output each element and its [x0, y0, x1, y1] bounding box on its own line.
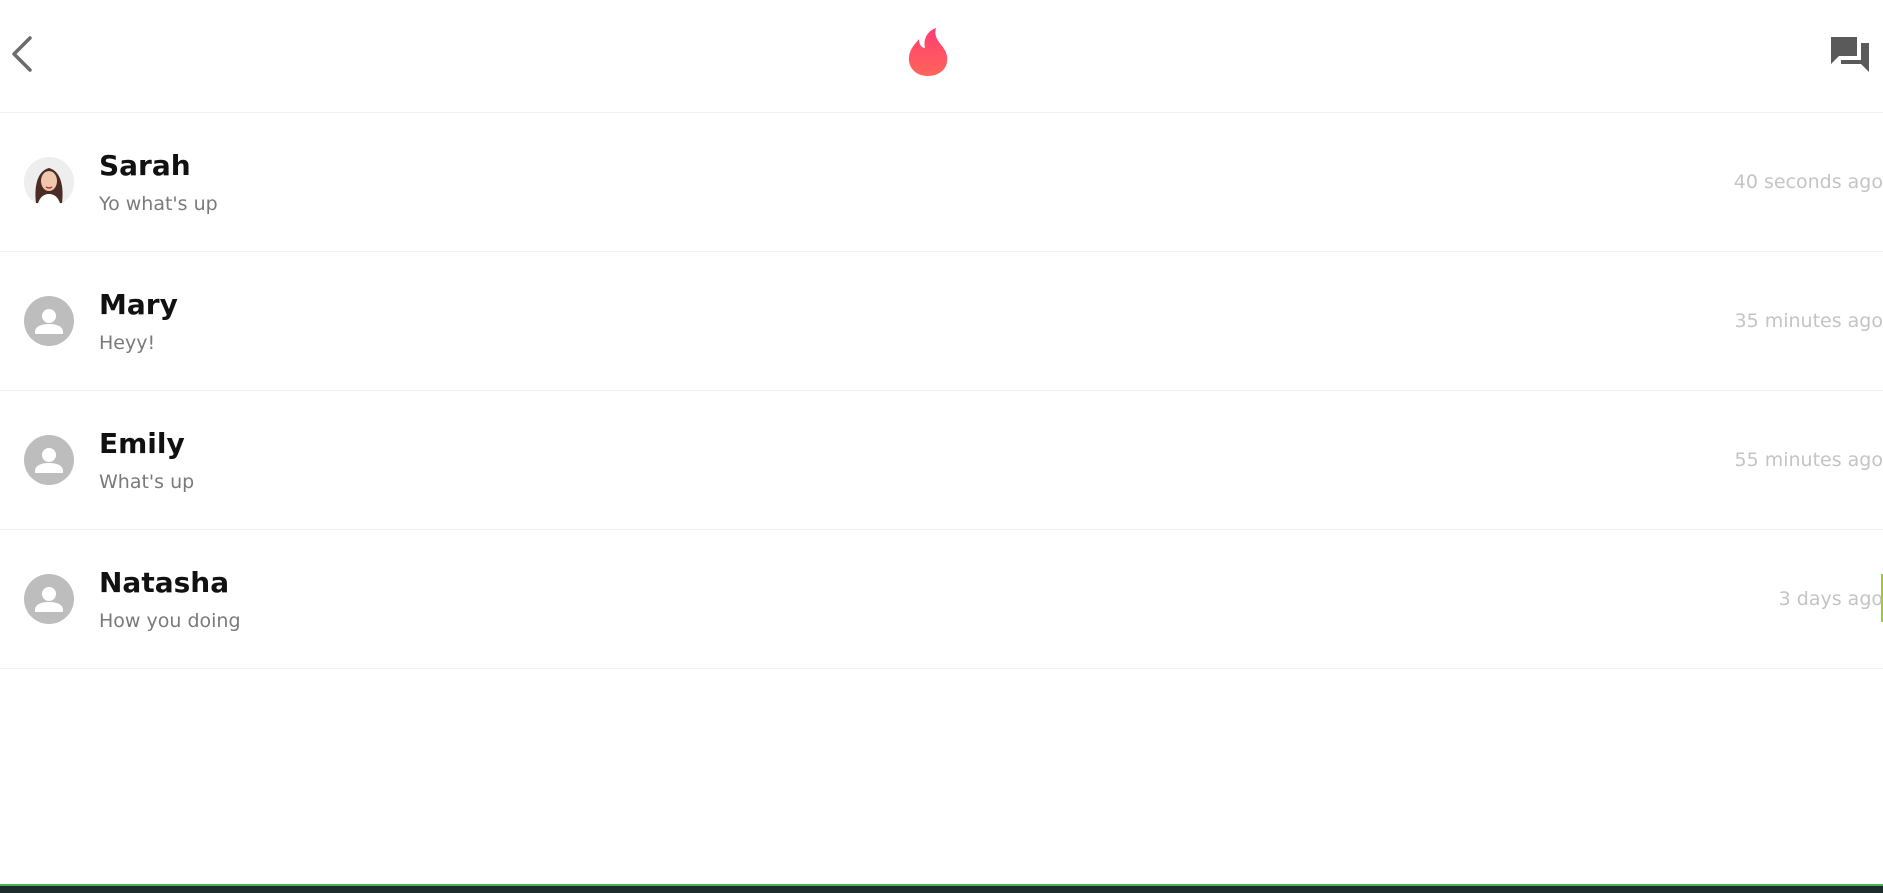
default-user-icon[interactable] [24, 435, 74, 485]
message-time: 55 minutes ago [1734, 449, 1883, 471]
contact-name: Mary [99, 288, 178, 321]
conversation-row[interactable]: Mary Heyy! 35 minutes ago [0, 252, 1883, 391]
contact-name: Emily [99, 427, 185, 460]
messages-button[interactable] [1829, 34, 1871, 74]
contact-name: Sarah [99, 149, 191, 182]
avatar[interactable] [24, 157, 74, 207]
back-button[interactable] [6, 32, 38, 76]
default-user-icon[interactable] [24, 296, 74, 346]
conversation-row[interactable]: Natasha How you doing 3 days ago [0, 530, 1883, 669]
top-bar [0, 0, 1883, 113]
message-time: 3 days ago [1778, 588, 1883, 610]
chevron-left-icon [12, 36, 32, 72]
message-time: 35 minutes ago [1734, 310, 1883, 332]
taskbar-strip [0, 884, 1883, 893]
message-preview: Yo what's up [99, 193, 218, 215]
default-user-icon[interactable] [24, 574, 74, 624]
chat-bubbles-icon [1831, 37, 1869, 72]
flame-logo-icon[interactable] [906, 26, 950, 78]
conversation-row[interactable]: Sarah Yo what's up 40 seconds ago [0, 113, 1883, 252]
contact-name: Natasha [99, 566, 230, 599]
message-preview: What's up [99, 471, 195, 493]
conversation-list: Sarah Yo what's up 40 seconds ago Mary H… [0, 113, 1883, 669]
message-time: 40 seconds ago [1733, 171, 1883, 193]
app-window: Sarah Yo what's up 40 seconds ago Mary H… [0, 0, 1883, 884]
conversation-row[interactable]: Emily What's up 55 minutes ago [0, 391, 1883, 530]
message-preview: Heyy! [99, 332, 156, 354]
message-preview: How you doing [99, 610, 241, 632]
